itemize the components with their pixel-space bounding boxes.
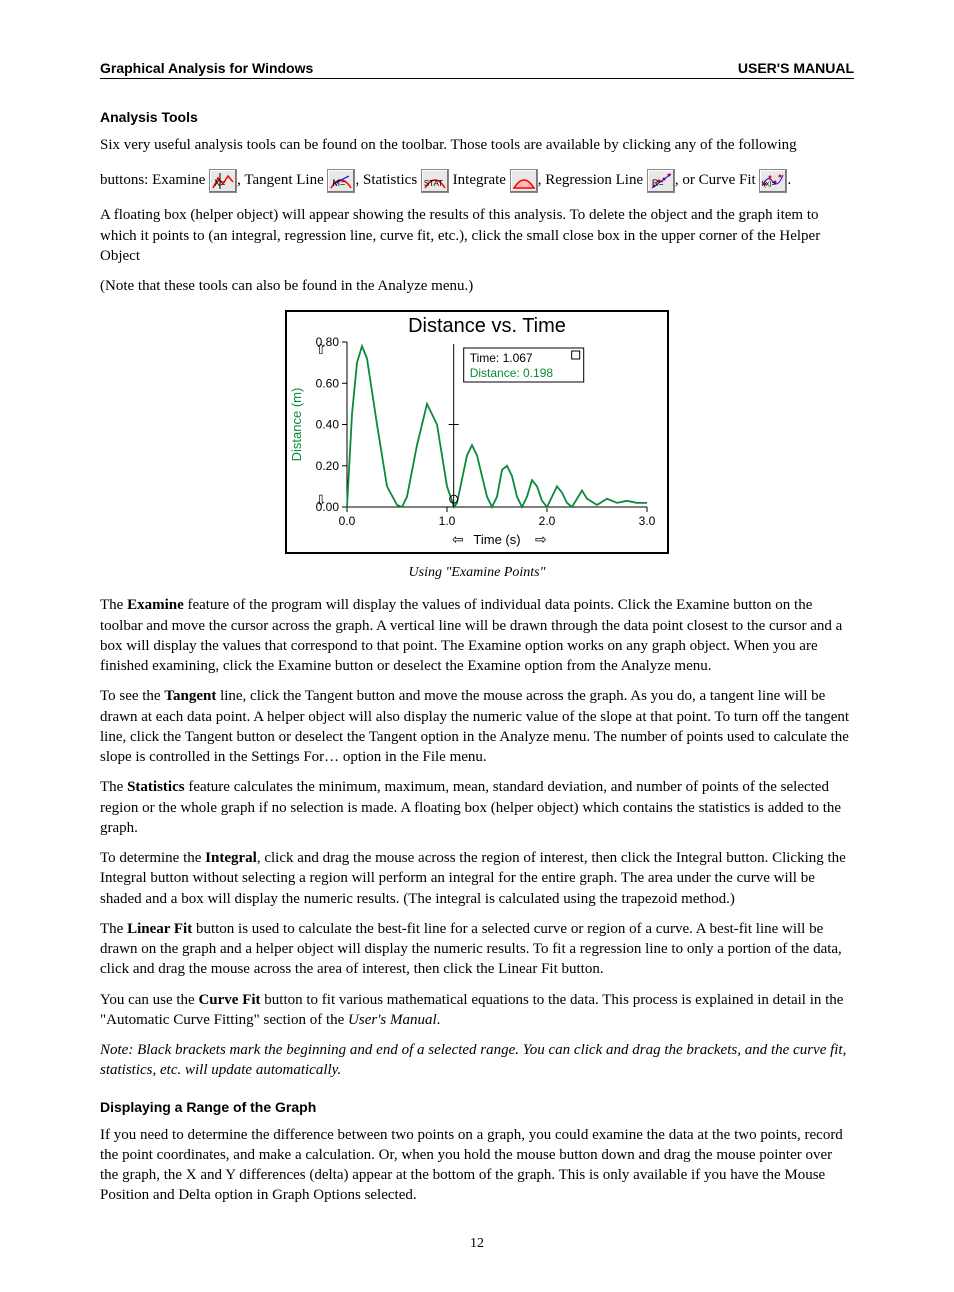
- page-header: Graphical Analysis for Windows USER'S MA…: [100, 60, 854, 79]
- svg-text:Distance vs. Time: Distance vs. Time: [408, 315, 566, 337]
- regression-icon[interactable]: R=: [647, 169, 675, 193]
- statistics-icon[interactable]: STAT: [421, 169, 449, 193]
- paragraph-statistics: The Statistics feature calculates the mi…: [100, 777, 854, 838]
- tangent-icon[interactable]: M=: [327, 169, 355, 193]
- paragraph-tangent: To see the Tangent line, click the Tange…: [100, 686, 854, 767]
- svg-text:⇩: ⇩: [315, 494, 327, 509]
- section-display-range-title: Displaying a Range of the Graph: [100, 1099, 854, 1115]
- svg-text:⇧: ⇧: [315, 343, 327, 358]
- paragraph-note-brackets: Note: Black brackets mark the beginning …: [100, 1040, 854, 1081]
- analysis-helper-object: A floating box (helper object) will appe…: [100, 205, 854, 266]
- svg-text:⇦: ⇦: [452, 533, 464, 548]
- svg-text:⇨: ⇨: [535, 533, 547, 548]
- integrate-icon[interactable]: [510, 169, 538, 193]
- section-analysis-tools-title: Analysis Tools: [100, 109, 854, 125]
- svg-text:0.20: 0.20: [316, 459, 340, 473]
- paragraph-display-range: If you need to determine the difference …: [100, 1125, 854, 1206]
- svg-text:Distance (m): Distance (m): [289, 388, 304, 462]
- toolbar-buttons-line: buttons: Examine X=, Tangent Line M=, St…: [100, 165, 854, 195]
- distance-vs-time-chart: Distance vs. Time0.000.200.400.600.800.0…: [285, 310, 669, 554]
- svg-text:0.60: 0.60: [316, 377, 340, 391]
- paragraph-examine: The Examine feature of the program will …: [100, 595, 854, 676]
- header-left: Graphical Analysis for Windows: [100, 60, 313, 76]
- paragraph-linear-fit: The Linear Fit button is used to calcula…: [100, 919, 854, 980]
- svg-text:1.0: 1.0: [439, 514, 456, 528]
- svg-text:Time (s): Time (s): [473, 532, 520, 547]
- svg-text:0.0: 0.0: [339, 514, 356, 528]
- svg-text:Time: 1.067: Time: 1.067: [470, 351, 533, 365]
- paragraph-curve-fit: You can use the Curve Fit button to fit …: [100, 990, 854, 1031]
- chart-figure: Distance vs. Time0.000.200.400.600.800.0…: [100, 310, 854, 559]
- analysis-intro-1: Six very useful analysis tools can be fo…: [100, 135, 854, 155]
- examine-icon[interactable]: X=: [209, 169, 237, 193]
- figure-caption: Using "Examine Points": [100, 565, 854, 581]
- svg-text:0.40: 0.40: [316, 418, 340, 432]
- analysis-note-menu: (Note that these tools can also be found…: [100, 276, 854, 296]
- svg-text:3.0: 3.0: [639, 514, 656, 528]
- curvefit-icon[interactable]: f(x)=: [759, 169, 787, 193]
- svg-text:Distance: 0.198: Distance: 0.198: [470, 366, 554, 380]
- page-number: 12: [100, 1236, 854, 1252]
- paragraph-integral: To determine the Integral, click and dra…: [100, 848, 854, 909]
- svg-text:2.0: 2.0: [539, 514, 556, 528]
- header-right: USER'S MANUAL: [738, 60, 854, 76]
